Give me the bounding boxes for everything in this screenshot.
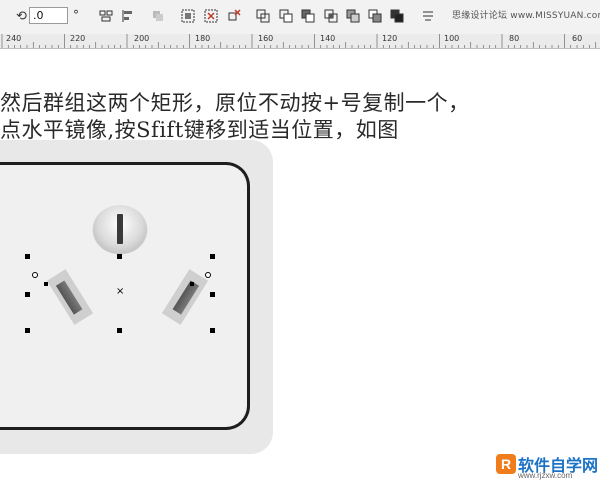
node-handle[interactable] (44, 282, 48, 286)
weld-icon[interactable] (279, 9, 293, 23)
selection-center-icon[interactable]: × (116, 287, 124, 297)
rotation-handle[interactable] (205, 272, 211, 278)
node-handle[interactable] (190, 282, 194, 286)
selection-handle-bottom-right[interactable] (210, 328, 215, 333)
logo-url: www.rjzxw.com (518, 471, 573, 480)
ruler-label: 80 (509, 34, 520, 43)
ruler-label: 100 (444, 34, 460, 43)
align-left-icon[interactable] (99, 9, 113, 23)
combine-icon[interactable] (256, 9, 270, 23)
simplify-icon[interactable] (346, 9, 360, 23)
selection-handle-bottom-center[interactable] (117, 328, 122, 333)
front-minus-back-icon[interactable] (368, 9, 382, 23)
horizontal-ruler[interactable]: 240 220 200 180 160 140 120 100 80 60 (0, 34, 600, 49)
group-icon[interactable] (151, 9, 165, 23)
selection-handle-middle-right[interactable] (210, 292, 215, 297)
rotate-icon: ⟲ (16, 9, 27, 24)
rotation-handle[interactable] (32, 272, 38, 278)
ruler-label: 140 (320, 34, 336, 43)
rotation-angle-input[interactable] (29, 7, 68, 24)
degree-unit: ° (73, 8, 79, 22)
ruler-label: 240 (6, 34, 22, 43)
watermark-text: 思缘设计论坛 www.MISSYUAN.com (452, 11, 600, 21)
ungroup-icon[interactable] (181, 9, 195, 23)
ruler-label: 160 (258, 34, 274, 43)
align-distribute-icon[interactable] (121, 9, 135, 23)
ungroup-all-icon[interactable] (204, 9, 218, 23)
selection-handle-middle-left[interactable] (25, 292, 30, 297)
property-bar: ⟲ ° (0, 0, 600, 35)
site-logo: R 软件自学网 www.rjzxw.com (496, 453, 598, 480)
selection-handle-top-right[interactable] (210, 254, 215, 259)
ruler-label: 120 (382, 34, 398, 43)
remove-icon[interactable] (227, 9, 241, 23)
ruler-label: 200 (134, 34, 150, 43)
logo-mark: R (496, 454, 516, 474)
tutorial-text-line-1: 然后群组这两个矩形，原位不动按+号复制一个， (0, 91, 470, 115)
trim-icon[interactable] (301, 9, 315, 23)
ruler-label: 180 (195, 34, 211, 43)
back-minus-front-icon[interactable] (390, 9, 404, 23)
selection-handle-top-left[interactable] (25, 254, 30, 259)
selection-handle-top-center[interactable] (117, 254, 122, 259)
selection-handle-bottom-left[interactable] (25, 328, 30, 333)
ruler-label: 220 (70, 34, 86, 43)
earth-pin-slot (117, 214, 123, 244)
wrap-text-icon[interactable] (421, 9, 435, 23)
ruler-label: 60 (572, 34, 583, 43)
intersect-icon[interactable] (324, 9, 338, 23)
